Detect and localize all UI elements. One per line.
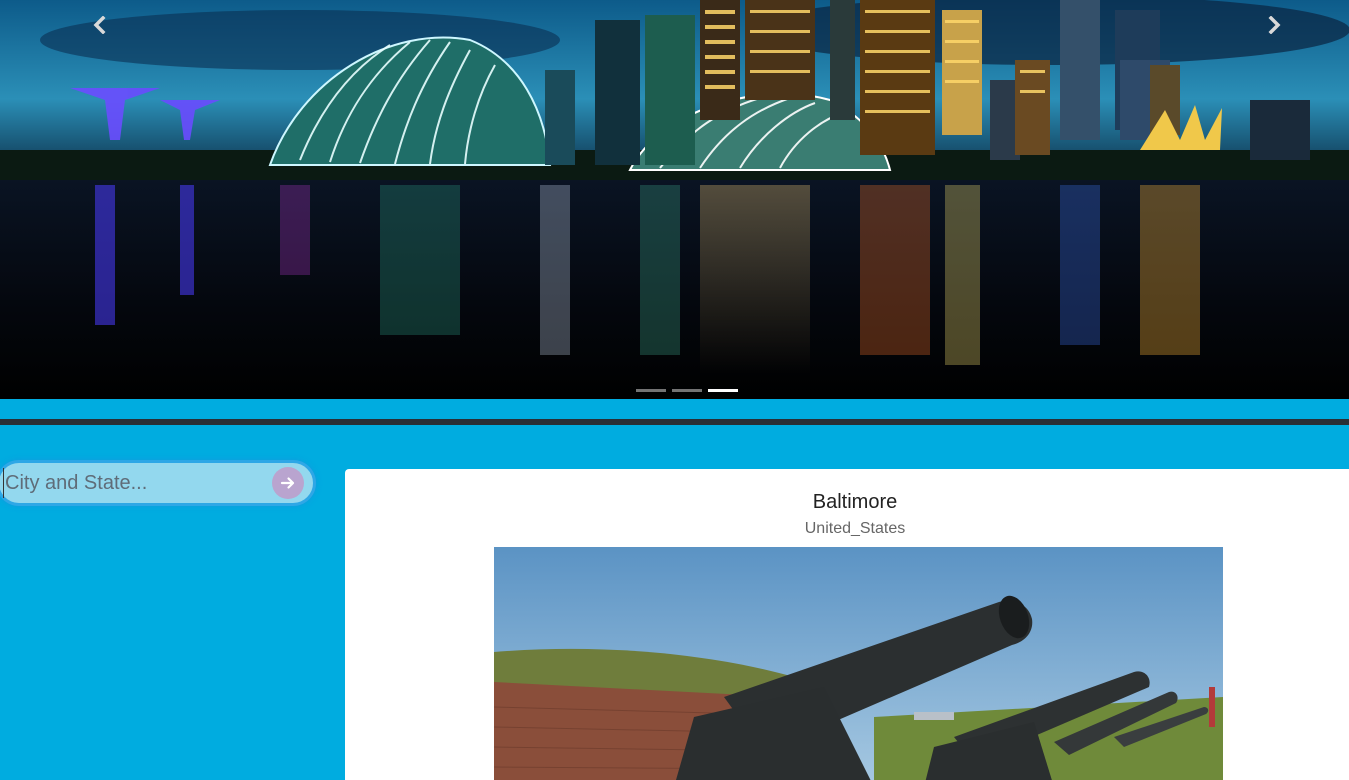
carousel-indicators [636, 389, 738, 392]
chevron-left-icon [93, 16, 106, 34]
city-search-input[interactable] [3, 468, 265, 498]
city-country: United_States [804, 520, 906, 537]
page: Baltimore United_States [0, 0, 1349, 780]
search-submit-button[interactable] [272, 467, 304, 499]
city-search-form [0, 460, 316, 506]
carousel-slide-image [0, 0, 1349, 399]
hero-carousel [0, 0, 1349, 399]
arrow-right-icon [280, 477, 295, 489]
city-name: Baltimore [812, 491, 898, 513]
carousel-indicator-3[interactable] [708, 389, 738, 392]
city-photo [494, 547, 1223, 780]
chevron-right-icon [1268, 16, 1281, 34]
carousel-next-button[interactable] [1255, 8, 1295, 42]
carousel-indicator-2[interactable] [672, 389, 702, 392]
carousel-prev-button[interactable] [79, 8, 119, 42]
section-divider [0, 419, 1349, 425]
carousel-indicator-1[interactable] [636, 389, 666, 392]
city-result-card: Baltimore United_States [345, 469, 1349, 780]
